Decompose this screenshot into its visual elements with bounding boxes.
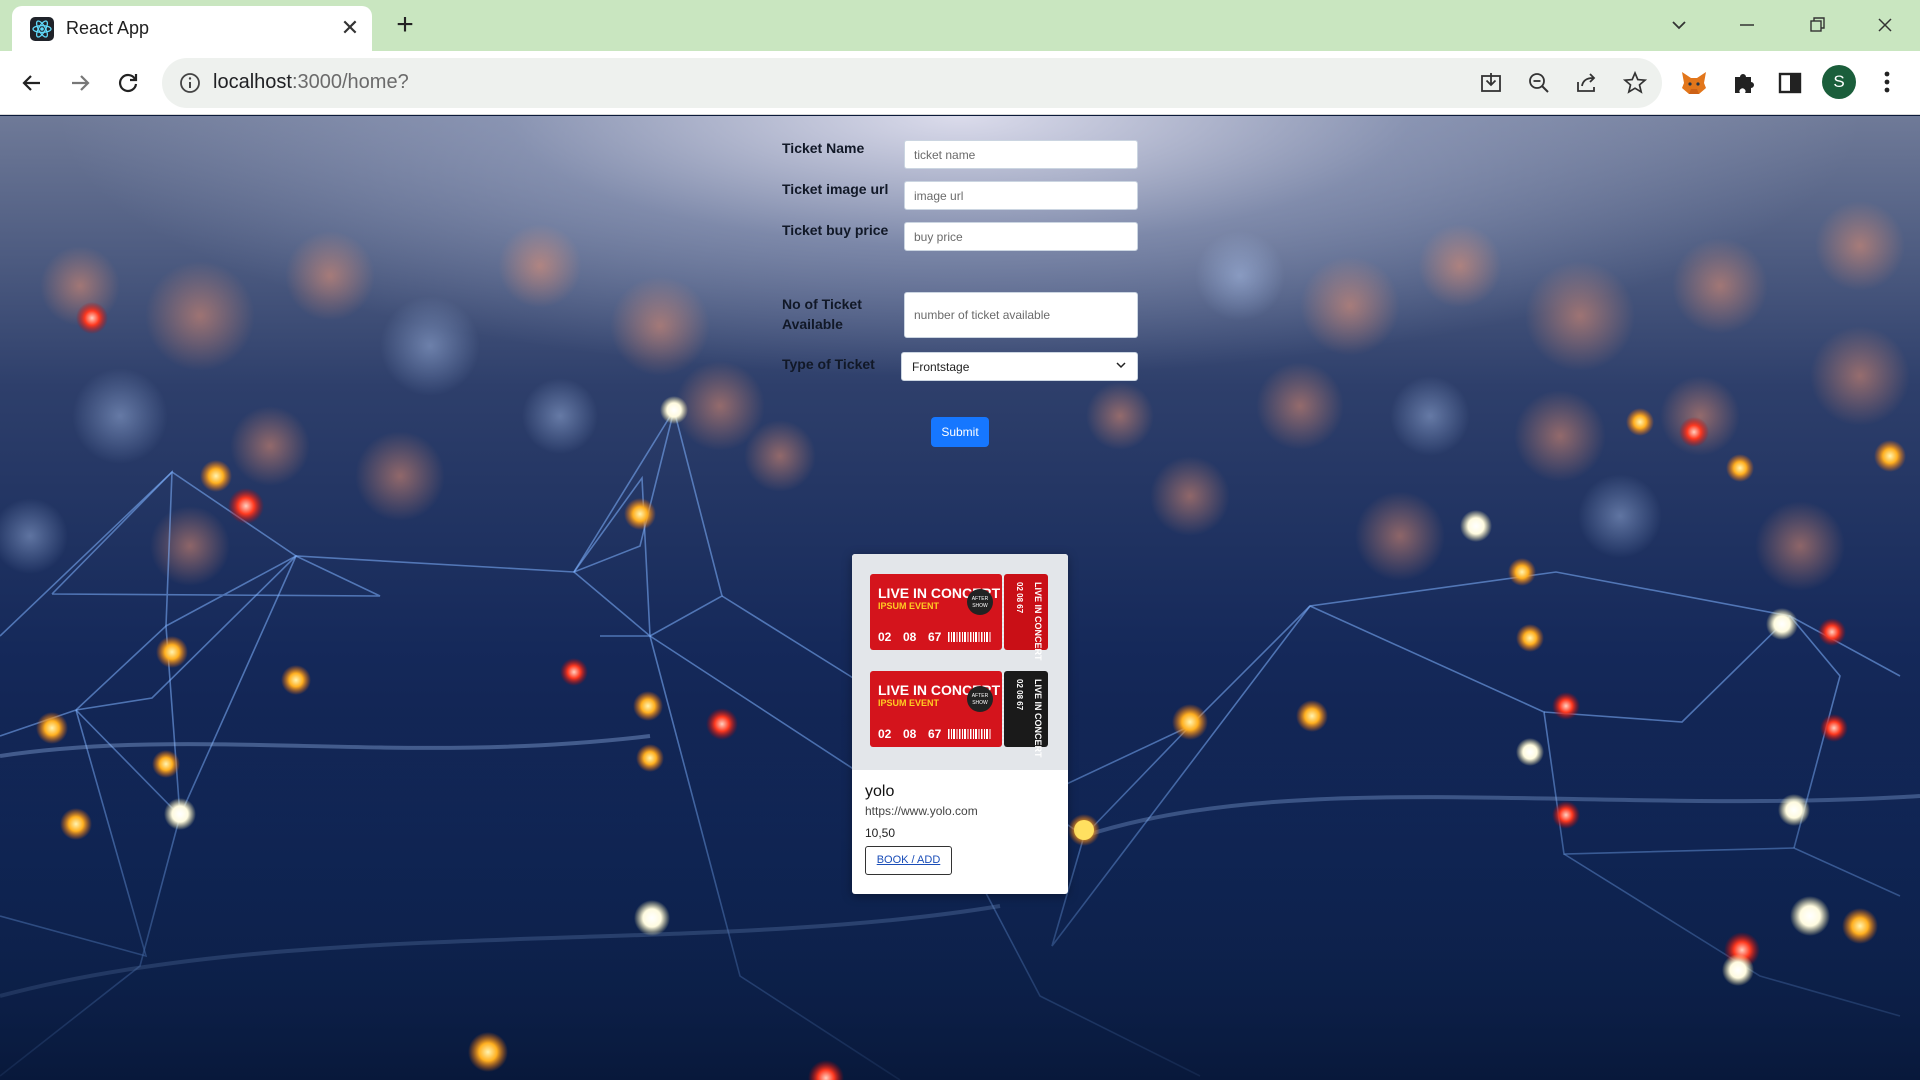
ticket-buy-price-label: Ticket buy price xyxy=(782,222,889,238)
zoom-out-icon[interactable] xyxy=(1526,70,1552,96)
back-arrow-icon[interactable] xyxy=(14,65,50,101)
concert-tickets-illustration: LIVE IN CONCERT IPSUM EVENT AFTER SHOW 0… xyxy=(870,574,1048,758)
close-window-icon[interactable] xyxy=(1870,10,1900,40)
install-app-icon[interactable] xyxy=(1478,70,1504,96)
ticket-buy-price-input[interactable] xyxy=(904,222,1138,251)
ticket-stub-date: 02 08 67 xyxy=(1015,582,1024,614)
url-path: :3000/home? xyxy=(291,71,409,93)
ticket-card: LIVE IN CONCERT IPSUM EVENT AFTER SHOW 0… xyxy=(852,554,1068,894)
profile-avatar[interactable]: S xyxy=(1822,65,1856,99)
ticket-subline: IPSUM EVENT xyxy=(878,698,940,708)
close-tab-icon[interactable]: ✕ xyxy=(338,16,362,40)
ticket-title: yolo xyxy=(865,783,895,800)
ticket-badge-line2: SHOW xyxy=(972,700,988,706)
forward-arrow-icon[interactable] xyxy=(62,65,98,101)
book-add-button[interactable]: BOOK / ADD xyxy=(865,846,952,875)
new-tab-icon[interactable]: + xyxy=(390,10,420,41)
tickets-available-label-line1: No of Ticket xyxy=(782,296,862,312)
ticket-year: 67 xyxy=(928,727,942,741)
submit-button[interactable]: Submit xyxy=(931,417,989,447)
ticket-image: LIVE IN CONCERT IPSUM EVENT AFTER SHOW 0… xyxy=(852,554,1068,770)
ticket-day: 02 xyxy=(878,727,892,741)
ticket-stub-date: 02 08 67 xyxy=(1015,679,1024,711)
ticket-month: 08 xyxy=(903,630,917,644)
ticket-type-label: Type of Ticket xyxy=(782,356,875,372)
ticket-month: 08 xyxy=(903,727,917,741)
restore-icon[interactable] xyxy=(1802,10,1832,40)
ticket-name-label: Ticket Name xyxy=(782,140,865,156)
ticket-badge-line1: AFTER xyxy=(972,693,989,699)
star-icon[interactable] xyxy=(1622,70,1648,96)
ticket-image-url-label: Ticket image url xyxy=(782,181,889,197)
ticket-red-2: LIVE IN CONCERT IPSUM EVENT AFTER SHOW 0… xyxy=(870,671,1048,758)
tab-search-chevron-icon[interactable] xyxy=(1664,10,1694,40)
reload-icon[interactable] xyxy=(110,65,146,101)
browser-toolbar: localhost:3000/home? S xyxy=(0,51,1920,115)
ticket-price: 10,50 xyxy=(865,826,896,840)
ticket-subline: IPSUM EVENT xyxy=(878,601,940,611)
ticket-name-input[interactable] xyxy=(904,140,1138,169)
tickets-available-label-line2: Available xyxy=(782,316,843,332)
chevron-down-icon xyxy=(1116,362,1126,369)
url-host: localhost xyxy=(213,71,292,93)
info-icon[interactable] xyxy=(178,71,202,95)
create-ticket-form: Ticket Name Ticket image url Ticket buy … xyxy=(0,116,1920,516)
page-viewport: Ticket Name Ticket image url Ticket buy … xyxy=(0,116,1920,1080)
ticket-image-url-input[interactable] xyxy=(904,181,1138,210)
tickets-available-input[interactable] xyxy=(904,292,1138,338)
react-logo-icon xyxy=(30,17,54,41)
minimize-icon[interactable] xyxy=(1732,10,1762,40)
ticket-stub-text: LIVE IN CONCERT xyxy=(1033,582,1043,661)
url-text[interactable]: localhost:3000/home? xyxy=(213,71,409,94)
side-panel-icon[interactable] xyxy=(1774,67,1806,99)
ticket-type-select[interactable]: Frontstage xyxy=(901,352,1138,381)
browser-tab-strip: React App ✕ + xyxy=(0,0,1920,51)
ticket-day: 02 xyxy=(878,630,892,644)
address-bar[interactable]: localhost:3000/home? xyxy=(162,58,1662,108)
ticket-badge-line2: SHOW xyxy=(972,603,988,609)
ticket-badge-line1: AFTER xyxy=(972,596,989,602)
tab-title: React App xyxy=(66,18,150,38)
puzzle-icon[interactable] xyxy=(1728,67,1760,99)
share-icon[interactable] xyxy=(1574,70,1600,96)
ticket-year: 67 xyxy=(928,630,942,644)
ticket-url: https://www.yolo.com xyxy=(865,804,978,818)
ticket-red-1: LIVE IN CONCERT IPSUM EVENT AFTER SHOW 0… xyxy=(870,574,1048,661)
kebab-menu-icon[interactable] xyxy=(1876,65,1898,99)
browser-tab[interactable]: React App ✕ xyxy=(12,6,372,51)
ticket-type-selected: Frontstage xyxy=(912,360,970,374)
fox-icon[interactable] xyxy=(1678,67,1710,99)
ticket-stub-text: LIVE IN CONCERT xyxy=(1033,679,1043,758)
